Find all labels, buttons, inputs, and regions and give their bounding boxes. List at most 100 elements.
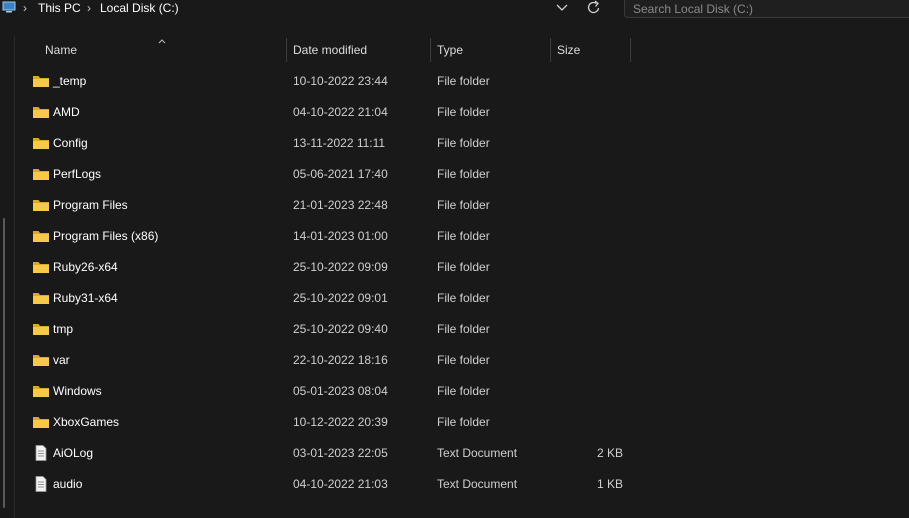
folder-icon — [32, 166, 50, 182]
file-name: Windows — [53, 384, 102, 398]
file-size — [552, 376, 623, 407]
file-row[interactable]: audio 04-10-2022 21:03 Text Document 1 KB — [24, 469, 634, 500]
file-date-modified: 04-10-2022 21:03 — [293, 477, 388, 491]
file-name: audio — [53, 477, 83, 491]
file-type: File folder — [437, 291, 490, 305]
file-type: File folder — [437, 384, 490, 398]
column-resize-handle[interactable] — [550, 38, 551, 62]
file-size — [552, 407, 623, 438]
file-date-modified: 22-10-2022 18:16 — [293, 353, 388, 367]
navigation-pane-scrollbar[interactable] — [3, 218, 5, 508]
file-name: Ruby31-x64 — [53, 291, 118, 305]
file-row[interactable]: PerfLogs 05-06-2021 17:40 File folder — [24, 159, 634, 190]
file-type: File folder — [437, 105, 490, 119]
file-type: File folder — [437, 198, 490, 212]
file-date-modified: 25-10-2022 09:09 — [293, 260, 388, 274]
navigation-pane-divider[interactable] — [14, 36, 15, 518]
file-name: AMD — [53, 105, 80, 119]
file-type: File folder — [437, 353, 490, 367]
file-size — [552, 66, 623, 97]
file-type: File folder — [437, 322, 490, 336]
file-date-modified: 14-01-2023 01:00 — [293, 229, 388, 243]
file-date-modified: 10-10-2022 23:44 — [293, 74, 388, 88]
file-row[interactable]: AiOLog 03-01-2023 22:05 Text Document 2 KB — [24, 438, 634, 469]
file-row[interactable]: AMD 04-10-2022 21:04 File folder — [24, 97, 634, 128]
file-name: Ruby26-x64 — [53, 260, 118, 274]
file-size — [552, 221, 623, 252]
file-row[interactable]: Ruby31-x64 25-10-2022 09:01 File folder — [24, 283, 634, 314]
file-size — [552, 314, 623, 345]
file-name: var — [53, 353, 70, 367]
folder-icon — [32, 73, 50, 89]
column-header-size[interactable]: Size — [557, 36, 627, 64]
chevron-right-icon[interactable]: › — [84, 1, 94, 15]
file-name: XboxGames — [53, 415, 120, 429]
chevron-right-icon[interactable]: › — [20, 1, 30, 15]
file-name: tmp — [53, 322, 74, 336]
file-type: File folder — [437, 136, 490, 150]
file-date-modified: 05-01-2023 08:04 — [293, 384, 388, 398]
file-size — [552, 283, 623, 314]
column-resize-handle[interactable] — [430, 38, 431, 62]
breadcrumb-this-pc[interactable]: This PC — [38, 1, 81, 15]
file-date-modified: 25-10-2022 09:40 — [293, 322, 388, 336]
file-name: Program Files — [53, 198, 128, 212]
this-pc-icon[interactable] — [2, 1, 16, 13]
search-input[interactable] — [633, 1, 893, 17]
file-type: File folder — [437, 74, 490, 88]
file-size — [552, 345, 623, 376]
folder-icon — [32, 197, 50, 213]
file-name: Program Files (x86) — [53, 229, 159, 243]
file-date-modified: 13-11-2022 11:11 — [293, 136, 386, 150]
file-name: Config — [53, 136, 88, 150]
file-type: File folder — [437, 167, 490, 181]
column-header-date-modified[interactable]: Date modified — [293, 36, 429, 64]
file-type: File folder — [437, 415, 490, 429]
column-header-type[interactable]: Type — [437, 36, 547, 64]
file-row[interactable]: Ruby26-x64 25-10-2022 09:09 File folder — [24, 252, 634, 283]
folder-icon — [32, 321, 50, 337]
file-row[interactable]: Program Files 21-01-2023 22:48 File folder — [24, 190, 634, 221]
file-date-modified: 04-10-2022 21:04 — [293, 105, 388, 119]
file-row[interactable]: var 22-10-2022 18:16 File folder — [24, 345, 634, 376]
text-document-icon — [32, 445, 50, 461]
file-type: File folder — [437, 260, 490, 274]
file-date-modified: 25-10-2022 09:01 — [293, 291, 388, 305]
file-size — [552, 97, 623, 128]
file-date-modified: 21-01-2023 22:48 — [293, 198, 388, 212]
top-bar: › This PC › Local Disk (C:) — [0, 0, 909, 18]
file-size — [552, 190, 623, 221]
file-row[interactable]: _temp 10-10-2022 23:44 File folder — [24, 66, 634, 97]
column-header-name[interactable]: Name — [45, 36, 285, 64]
file-name: AiOLog — [53, 446, 94, 460]
breadcrumb-local-disk[interactable]: Local Disk (C:) — [100, 1, 179, 15]
file-row[interactable]: tmp 25-10-2022 09:40 File folder — [24, 314, 634, 345]
address-bar[interactable]: › This PC › Local Disk (C:) — [0, 0, 612, 18]
refresh-icon[interactable] — [583, 0, 605, 18]
file-size — [552, 159, 623, 190]
file-date-modified: 05-06-2021 17:40 — [293, 167, 388, 181]
file-type: Text Document — [437, 477, 518, 491]
column-resize-handle[interactable] — [630, 38, 631, 62]
chevron-down-icon[interactable] — [551, 0, 573, 18]
folder-icon — [32, 104, 50, 120]
column-resize-handle[interactable] — [286, 38, 287, 62]
file-row[interactable]: Config 13-11-2022 11:11 File folder — [24, 128, 634, 159]
folder-icon — [32, 259, 50, 275]
file-type: File folder — [437, 229, 490, 243]
folder-icon — [32, 228, 50, 244]
file-row[interactable]: Program Files (x86) 14-01-2023 01:00 File … — [24, 221, 634, 252]
file-size — [552, 128, 623, 159]
file-size: 1 KB — [596, 477, 623, 491]
file-name: PerfLogs — [53, 167, 102, 181]
search-box[interactable] — [624, 0, 909, 18]
file-date-modified: 03-01-2023 22:05 — [293, 446, 388, 460]
file-type: Text Document — [437, 446, 518, 460]
folder-icon — [32, 383, 50, 399]
file-date-modified: 10-12-2022 20:39 — [293, 415, 388, 429]
file-row[interactable]: Windows 05-01-2023 08:04 File folder — [24, 376, 634, 407]
file-size — [552, 252, 623, 283]
text-document-icon — [32, 476, 50, 492]
file-name: _temp — [53, 74, 87, 88]
file-row[interactable]: XboxGames 10-12-2022 20:39 File folder — [24, 407, 634, 438]
